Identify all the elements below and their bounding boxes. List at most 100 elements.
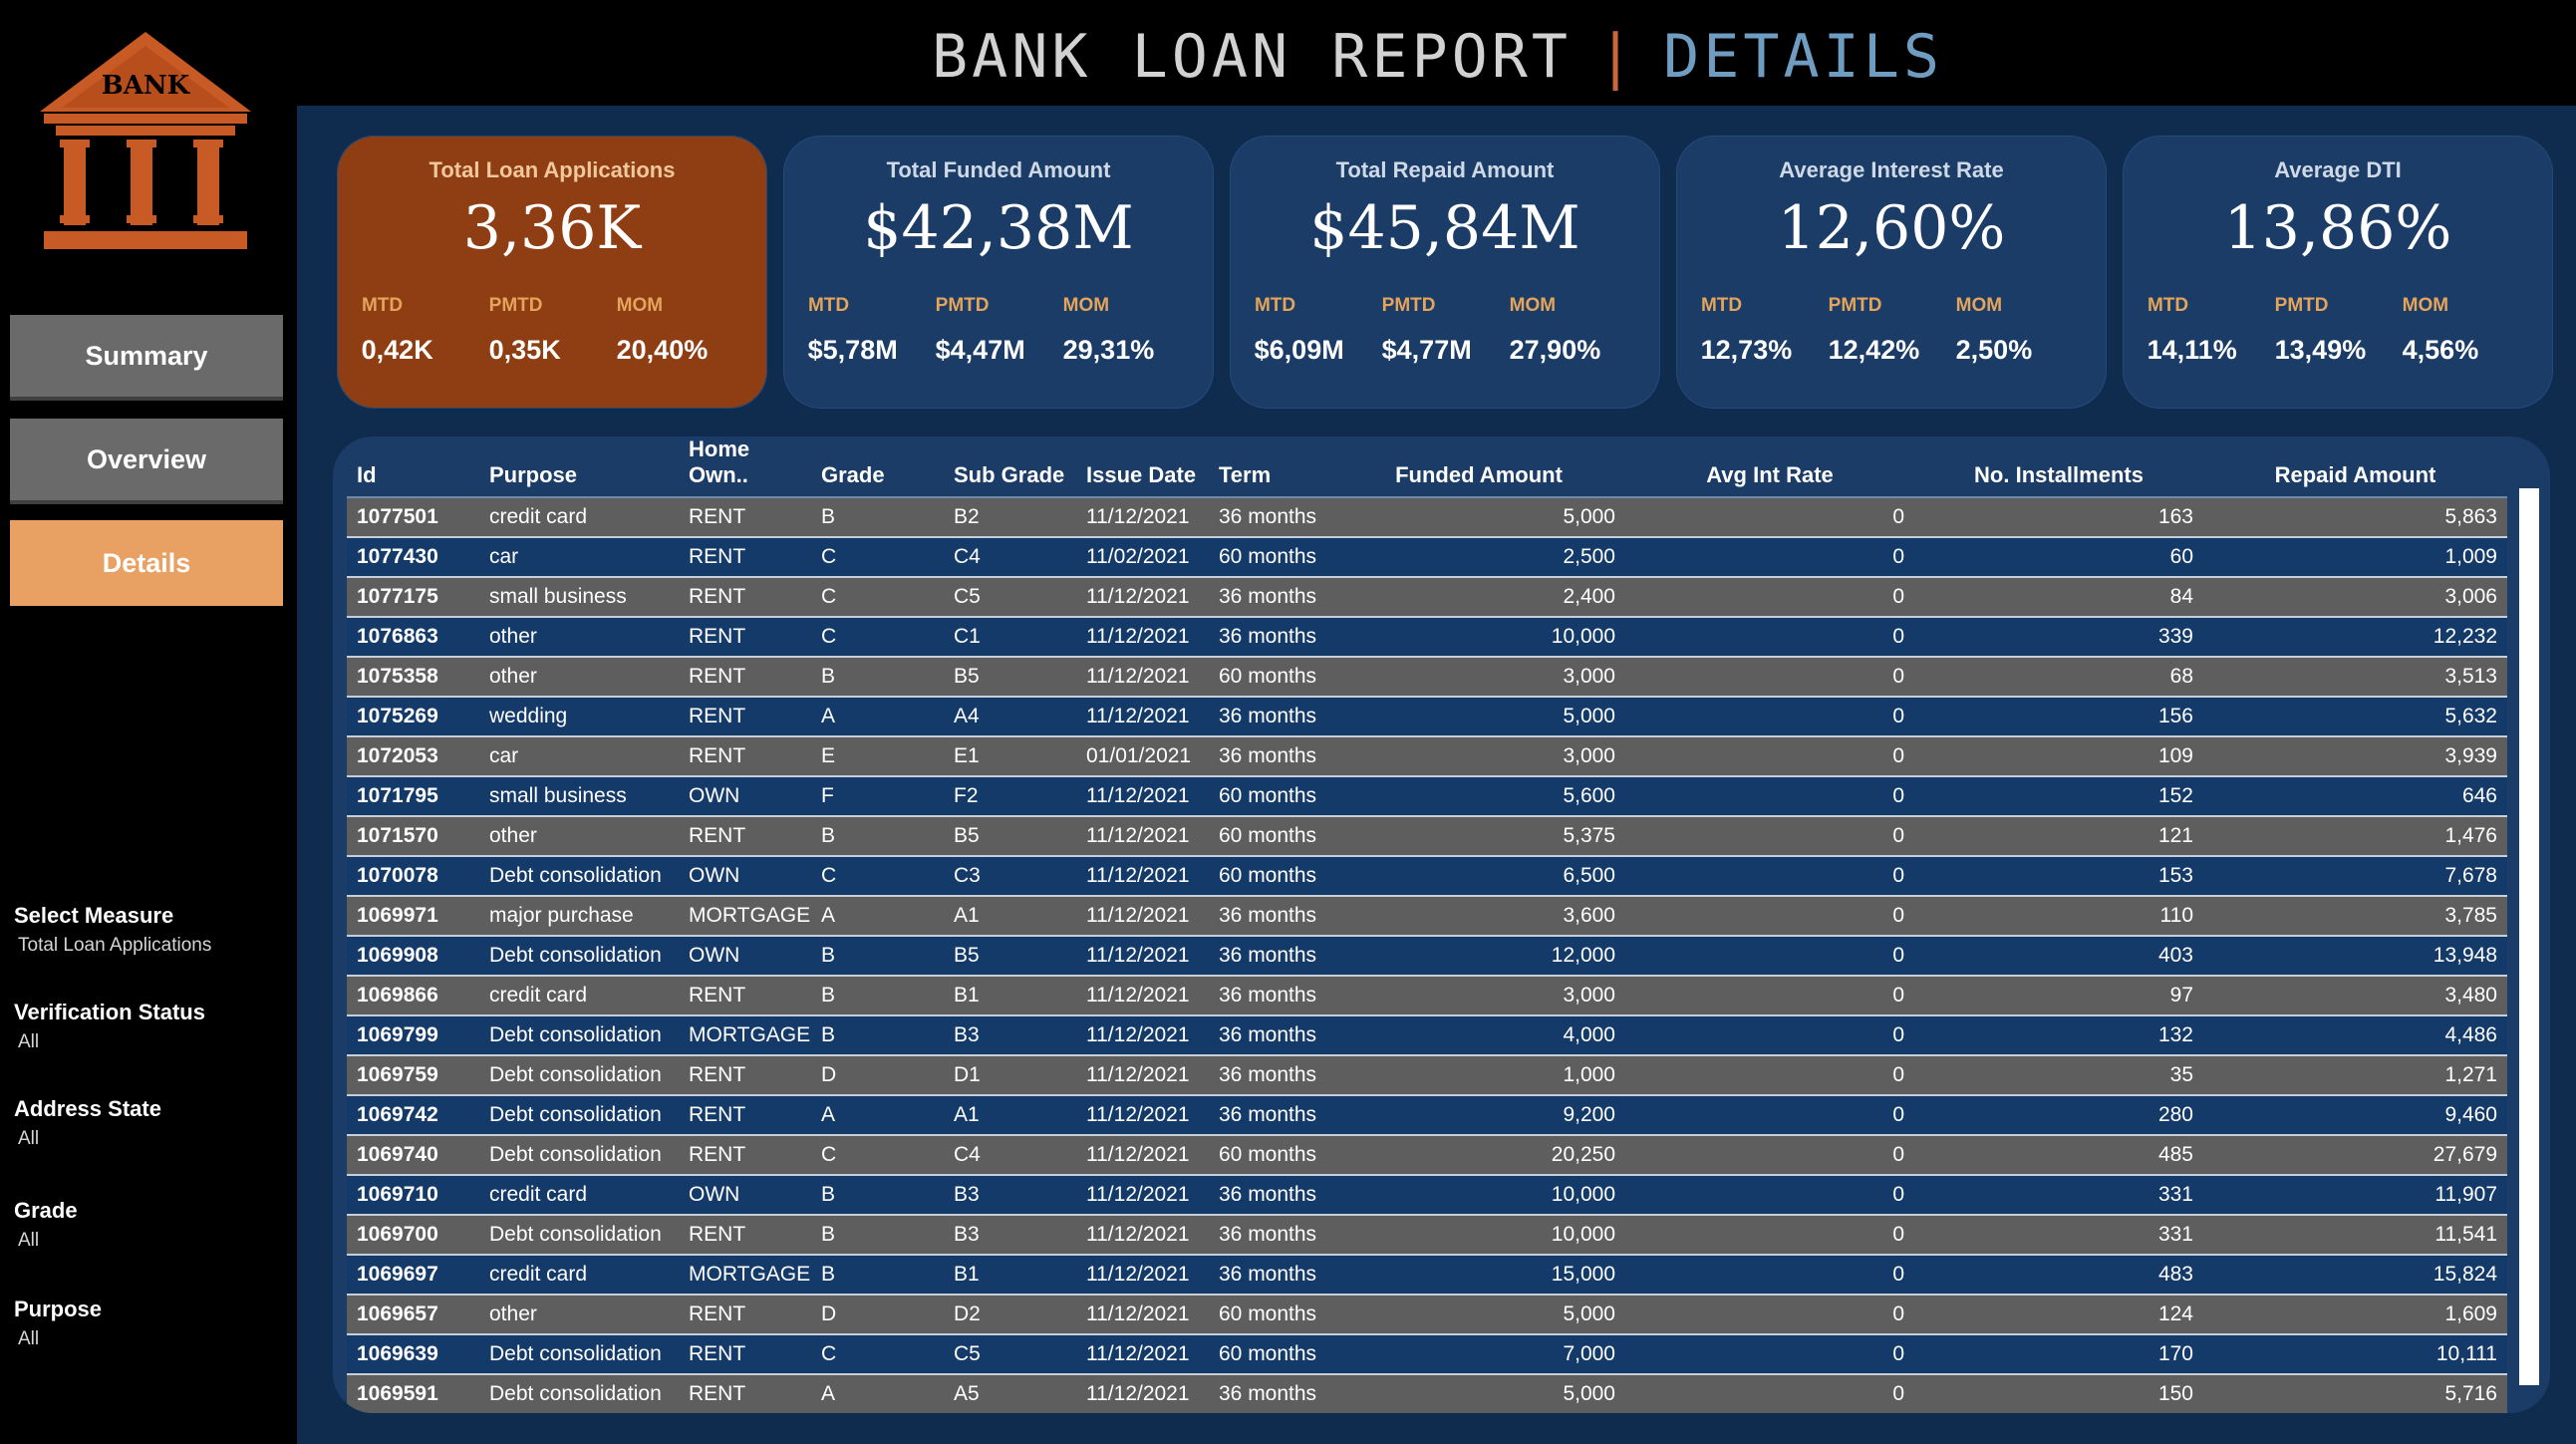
cell-id: 1069740 [347, 1135, 479, 1176]
filter-select-measure[interactable]: Select Measure Total Loan Applications [14, 903, 283, 957]
table-row[interactable]: 1071570 other RENT B B5 11/12/2021 60 months 5,… [347, 816, 2507, 857]
column-header-grade[interactable]: Grade [811, 436, 944, 498]
table-row[interactable]: 1069740 Debt consolidation RENT C C4 11/12/20… [347, 1135, 2507, 1176]
cell-repaid-amount: 3,513 [2203, 657, 2507, 698]
cell-funded-amount: 5,000 [1332, 497, 1625, 538]
nav-overview-button[interactable]: Overview [10, 419, 283, 504]
table-row[interactable]: 1075358 other RENT B B5 11/12/2021 60 months 3,… [347, 657, 2507, 698]
table-row[interactable]: 1069700 Debt consolidation RENT B B3 11/12/20… [347, 1215, 2507, 1256]
filter-purpose[interactable]: Purpose All [14, 1297, 283, 1350]
cell-home-ownership: RENT [679, 1374, 811, 1413]
table-row[interactable]: 1069866 credit card RENT B B1 11/12/2021 36 mo… [347, 976, 2507, 1016]
cell-funded-amount: 10,000 [1332, 617, 1625, 658]
cell-repaid-amount: 5,863 [2203, 497, 2507, 538]
table-row[interactable]: 1069591 Debt consolidation RENT A A5 11/12/20… [347, 1374, 2507, 1413]
cell-sub-grade: D2 [944, 1295, 1076, 1335]
cell-funded-amount: 20,250 [1332, 1135, 1625, 1176]
filter-value[interactable]: Total Loan Applications [14, 935, 283, 957]
filter-address-state[interactable]: Address State All [14, 1096, 283, 1150]
table-row[interactable]: 1069639 Debt consolidation RENT C C5 11/12/20… [347, 1334, 2507, 1375]
kpi-title: Average Interest Rate [1779, 157, 2004, 182]
table-row[interactable]: 1069908 Debt consolidation OWN B B5 11/12/202… [347, 936, 2507, 977]
table-row[interactable]: 1069697 credit card MORTGAGE B B1 11/12/2021 3… [347, 1255, 2507, 1296]
table-row[interactable]: 1077175 small business RENT C C5 11/12/2021 36… [347, 577, 2507, 618]
cell-grade: D [811, 1295, 944, 1335]
filter-verification-status[interactable]: Verification Status All [14, 1000, 283, 1053]
cell-installments: 280 [1914, 1095, 2203, 1136]
column-header-installments[interactable]: No. Installments [1914, 436, 2203, 498]
table-row[interactable]: 1069971 major purchase MORTGAGE A A1 11/12/20… [347, 896, 2507, 937]
cell-issue-date: 11/12/2021 [1076, 1095, 1209, 1136]
cell-term: 36 months [1209, 1374, 1332, 1413]
table-row[interactable]: 1069759 Debt consolidation RENT D D1 11/12/20… [347, 1055, 2507, 1096]
table-scrollbar[interactable] [2519, 488, 2539, 1385]
filter-label: Verification Status [14, 1000, 205, 1024]
cell-issue-date: 11/12/2021 [1076, 577, 1209, 618]
cell-repaid-amount: 3,480 [2203, 976, 2507, 1016]
column-header-avg-int-rate[interactable]: Avg Int Rate [1625, 436, 1914, 498]
table-row[interactable]: 1069799 Debt consolidation MORTGAGE B B3 11/1… [347, 1015, 2507, 1056]
cell-funded-amount: 12,000 [1332, 936, 1625, 977]
cell-sub-grade: A1 [944, 1095, 1076, 1136]
table-row[interactable]: 1071795 small business OWN F F2 11/12/2021 60 … [347, 776, 2507, 817]
table-row[interactable]: 1069657 other RENT D D2 11/12/2021 60 months 5,… [347, 1295, 2507, 1335]
cell-avg-int-rate: 0 [1625, 976, 1914, 1016]
cell-funded-amount: 15,000 [1332, 1255, 1625, 1296]
cell-issue-date: 11/12/2021 [1076, 1374, 1209, 1413]
cell-issue-date: 11/12/2021 [1076, 1055, 1209, 1096]
column-header-id[interactable]: Id [347, 436, 479, 498]
filter-value[interactable]: All [14, 1230, 283, 1252]
cell-home-ownership: RENT [679, 736, 811, 777]
cell-sub-grade: C1 [944, 617, 1076, 658]
column-header-purpose[interactable]: Purpose [479, 436, 679, 498]
cell-purpose: car [479, 736, 679, 777]
cell-issue-date: 11/12/2021 [1076, 816, 1209, 857]
cell-installments: 485 [1914, 1135, 2203, 1176]
column-header-funded-amount[interactable]: Funded Amount [1332, 436, 1625, 498]
filter-value[interactable]: All [14, 1128, 283, 1150]
kpi-mtd-label: MTD [807, 295, 850, 316]
cell-installments: 483 [1914, 1255, 2203, 1296]
filter-value[interactable]: All [14, 1031, 283, 1053]
cell-grade: A [811, 896, 944, 937]
nav-details-button[interactable]: Details [10, 520, 283, 606]
cell-installments: 97 [1914, 976, 2203, 1016]
cell-purpose: Debt consolidation [479, 1095, 679, 1136]
filter-grade[interactable]: Grade All [14, 1198, 283, 1252]
cell-funded-amount: 7,000 [1332, 1334, 1625, 1375]
filter-value[interactable]: All [14, 1328, 283, 1350]
cell-purpose: Debt consolidation [479, 1055, 679, 1096]
kpi-card-average-dti: Average DTI 13,86% MTD 14,11% PMTD 13,49% … [2123, 136, 2553, 409]
cell-repaid-amount: 646 [2203, 776, 2507, 817]
cell-issue-date: 11/12/2021 [1076, 1255, 1209, 1296]
table-row[interactable]: 1076863 other RENT C C1 11/12/2021 36 months 10… [347, 617, 2507, 658]
cell-sub-grade: B5 [944, 936, 1076, 977]
cell-avg-int-rate: 0 [1625, 617, 1914, 658]
nav-summary-button[interactable]: Summary [10, 315, 283, 401]
cell-grade: B [811, 936, 944, 977]
cell-id: 1069639 [347, 1334, 479, 1375]
table-row[interactable]: 1077430 car RENT C C4 11/02/2021 60 months 2,50… [347, 537, 2507, 578]
cell-avg-int-rate: 0 [1625, 537, 1914, 578]
cell-repaid-amount: 5,716 [2203, 1374, 2507, 1413]
table-row[interactable]: 1075269 wedding RENT A A4 11/12/2021 36 months… [347, 697, 2507, 737]
column-header-issue-date[interactable]: Issue Date [1076, 436, 1209, 498]
cell-avg-int-rate: 0 [1625, 856, 1914, 897]
column-header-sub-grade[interactable]: Sub Grade [944, 436, 1076, 498]
cell-purpose: small business [479, 577, 679, 618]
cell-id: 1071570 [347, 816, 479, 857]
table-row[interactable]: 1072053 car RENT E E1 01/01/2021 36 months 3,00… [347, 736, 2507, 777]
column-header-term[interactable]: Term [1209, 436, 1332, 498]
table-row[interactable]: 1077501 credit card RENT B B2 11/12/2021 36 mo… [347, 497, 2507, 538]
table-row[interactable]: 1069710 credit card OWN B B3 11/12/2021 36 mon… [347, 1175, 2507, 1216]
table-row[interactable]: 1070078 Debt consolidation OWN C C3 11/12/202… [347, 856, 2507, 897]
loan-details-table-container[interactable]: Id Purpose Home Own.. Grade Sub Grade Is… [333, 436, 2550, 1413]
kpi-mtd-label: MTD [1700, 295, 1743, 316]
table-body: 1077501 credit card RENT B B2 11/12/2021 36 mo… [347, 497, 2507, 1413]
table-row[interactable]: 1069742 Debt consolidation RENT A A1 11/12/20… [347, 1095, 2507, 1136]
kpi-mom-value: 2,50% [1955, 335, 2033, 365]
cell-repaid-amount: 27,679 [2203, 1135, 2507, 1176]
cell-term: 60 months [1209, 776, 1332, 817]
column-header-repaid-amount[interactable]: Repaid Amount [2203, 436, 2507, 498]
column-header-home-ownership[interactable]: Home Own.. [679, 436, 811, 498]
